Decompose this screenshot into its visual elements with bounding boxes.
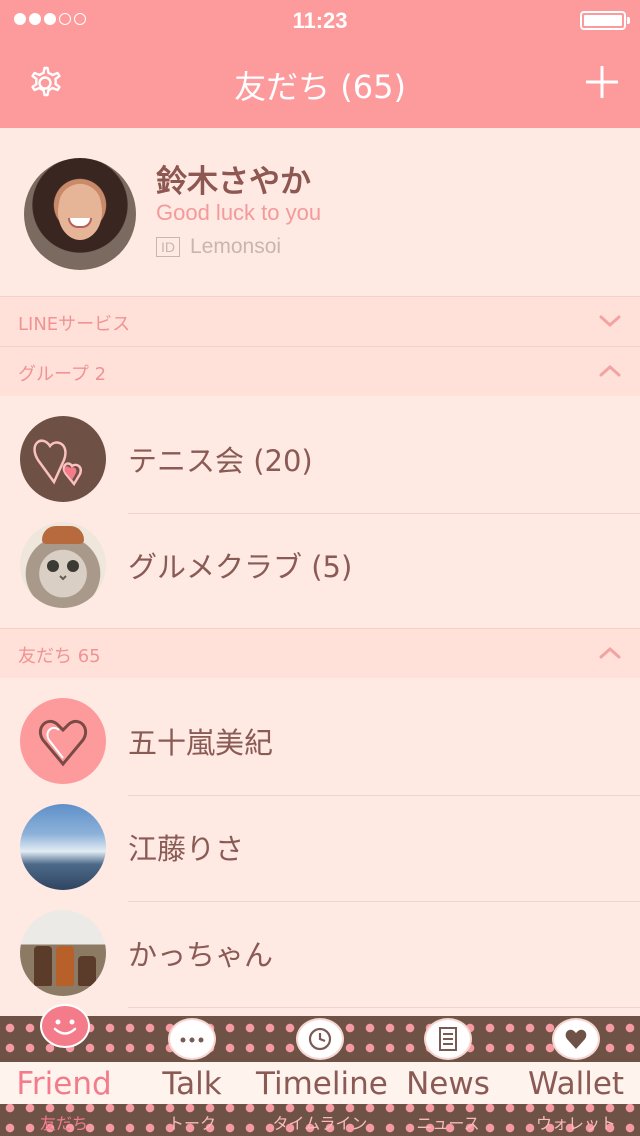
group-name: テニス会 (20) [128, 444, 313, 478]
friend-avatar [20, 910, 106, 996]
friend-name: 五十嵐美紀 [128, 726, 274, 760]
page-title: 友だち (65) [234, 68, 406, 106]
section-label: グループ 2 [18, 364, 107, 385]
avatar[interactable] [24, 158, 136, 270]
my-profile[interactable]: 鈴木さやか Good luck to you ID Lemonsoi [0, 128, 640, 296]
id-badge: ID [156, 237, 180, 257]
tab-talk[interactable]: Talk トーク [128, 1016, 256, 1136]
profile-name: 鈴木さやか [156, 164, 311, 200]
section-groups[interactable]: グループ 2 [0, 346, 640, 396]
clock-icon [296, 1018, 344, 1060]
tab-sublabel: タイムライン [272, 1114, 368, 1133]
heart-icon [33, 439, 82, 487]
profile-id: ID Lemonsoi [156, 235, 281, 259]
section-label: LINEサービス [18, 314, 131, 335]
tab-label: News [406, 1066, 490, 1102]
list-item[interactable]: グルメクラブ (5) [0, 502, 640, 608]
friend-name: 江藤りさ [128, 832, 245, 866]
list-item[interactable]: 江藤りさ [0, 784, 640, 902]
tab-sublabel: ウォレット [535, 1114, 616, 1133]
list-item[interactable]: テニス会 (20) [0, 396, 640, 514]
tab-timeline[interactable]: Timeline タイムライン [256, 1016, 388, 1136]
chat-bubble-icon [168, 1018, 216, 1060]
profile-status-message: Good luck to you [156, 200, 322, 225]
tab-bar: Friend 友だち Talk トーク Timeline タイムライン News… [0, 1004, 640, 1136]
chevron-up-icon[interactable] [598, 361, 622, 381]
tab-label: Friend [16, 1066, 112, 1102]
chevron-up-icon[interactable] [598, 643, 622, 663]
group-avatar [20, 522, 106, 608]
chevron-down-icon[interactable] [598, 311, 622, 331]
battery-icon [580, 11, 630, 30]
smile-icon [40, 1004, 90, 1048]
tab-friend[interactable]: Friend 友だち [0, 1004, 128, 1136]
friend-avatar [20, 698, 106, 784]
tab-wallet[interactable]: Wallet ウォレット [512, 1016, 640, 1136]
section-label: 友だち 65 [18, 646, 101, 667]
heart-icon [38, 719, 88, 767]
heart-wallet-icon [552, 1018, 600, 1060]
list-item[interactable]: かっちゃん [0, 890, 640, 1008]
group-avatar [20, 416, 106, 502]
plus-icon[interactable] [584, 64, 620, 100]
tab-sublabel: ニュース [416, 1114, 480, 1133]
status-time: 11:23 [292, 8, 348, 33]
tab-label: Wallet [527, 1066, 625, 1102]
tab-sublabel: 友だち [39, 1114, 88, 1133]
tab-label: Timeline [256, 1066, 388, 1102]
navigation-bar: 11:23 友だち (65) [0, 0, 640, 128]
section-line-services[interactable]: LINEサービス [0, 296, 640, 346]
friend-name: かっちゃん [128, 938, 274, 972]
tab-news[interactable]: News ニュース [384, 1016, 512, 1136]
tab-sublabel: トーク [167, 1114, 216, 1133]
news-icon [424, 1018, 472, 1060]
status-bar: 11:23 [0, 0, 640, 40]
group-name: グルメクラブ (5) [128, 550, 353, 584]
list-item[interactable]: 五十嵐美紀 [0, 678, 640, 796]
friend-avatar [20, 804, 106, 890]
id-value: Lemonsoi [190, 235, 282, 258]
section-friends[interactable]: 友だち 65 [0, 628, 640, 678]
tab-label: Talk [162, 1066, 222, 1102]
